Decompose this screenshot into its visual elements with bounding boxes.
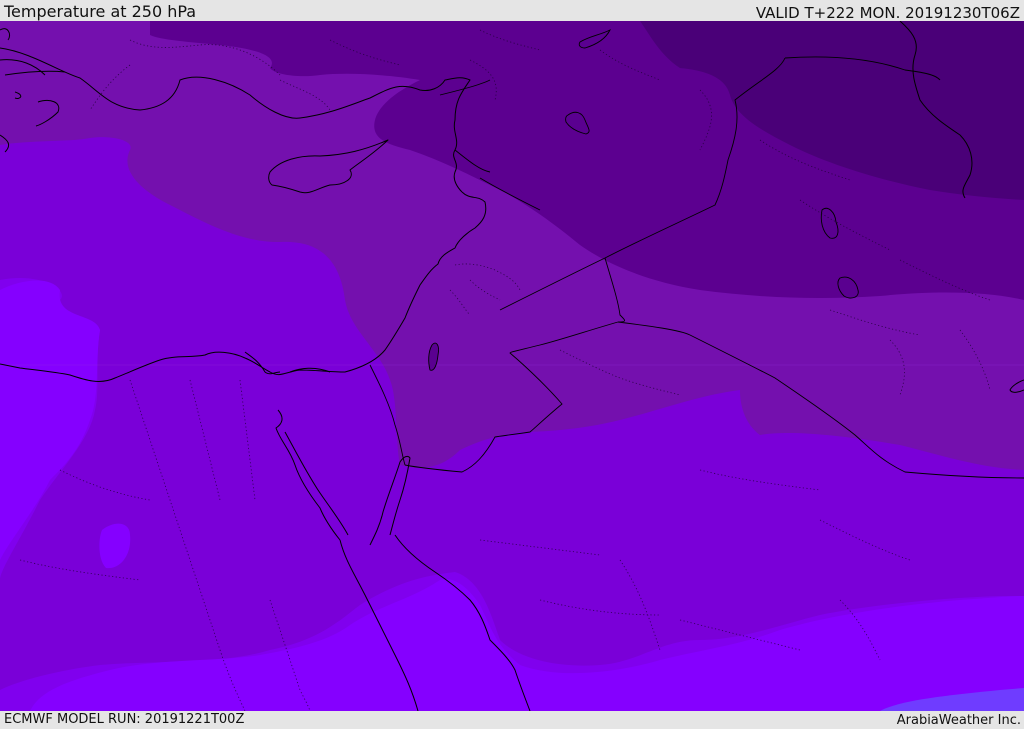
map-area bbox=[0, 21, 1024, 711]
map-frame: Temperature at 250 hPa VALID T+222 MON. … bbox=[0, 0, 1024, 729]
temperature-map bbox=[0, 21, 1024, 711]
valid-time: VALID T+222 MON. 20191230T06Z bbox=[755, 4, 1020, 22]
map-title: Temperature at 250 hPa bbox=[4, 2, 197, 21]
header-bar: Temperature at 250 hPa VALID T+222 MON. … bbox=[0, 0, 1024, 22]
model-run-label: ECMWF MODEL RUN: 20191221T00Z bbox=[4, 712, 245, 727]
footer-bar: ECMWF MODEL RUN: 20191221T00Z ArabiaWeat… bbox=[0, 711, 1024, 729]
credit-label: ArabiaWeather Inc. bbox=[896, 713, 1021, 728]
